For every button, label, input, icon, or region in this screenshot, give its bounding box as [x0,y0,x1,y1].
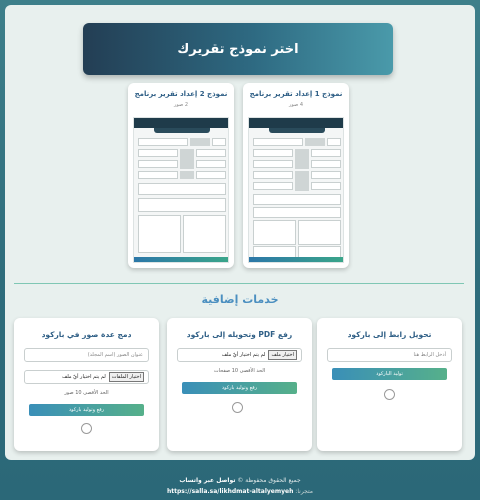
choose-file-button[interactable]: اختيار ملف [268,350,297,360]
choose-files-button[interactable]: اختيار الملفات [108,372,144,382]
file-status: لم يتم اختيار أيّ ملف [62,374,106,380]
template-preview [248,117,344,263]
template-card-2[interactable]: نموذج 2 إعداد تقرير برنامج 2 صور [128,83,234,268]
copyright-text: جميع الحقوق محفوظة © [237,477,301,484]
template-image-count: 4 صور [288,102,304,108]
generate-barcode-button[interactable]: توليد الباركود [332,368,447,380]
link-to-barcode-card: تحويل رابط إلى باركود أدخل الرابط هنا تو… [317,318,462,451]
page-title-banner: اختر نموذج تقريرك [83,23,393,75]
template-title: نموذج 2 إعداد تقرير برنامج [134,90,228,98]
upload-generate-button[interactable]: رفع وتوليد باركود [182,382,297,394]
card-title: تحويل رابط إلى باركود [347,330,432,339]
merge-images-card: دمج عدة صور في باركود عنوان الصور (اسم ا… [14,318,159,451]
images-file-input[interactable]: اختيار الملفاتلم يتم اختيار أيّ ملف [24,370,149,384]
copyright-line: جميع الحقوق محفوظة © تواصل عبر واتساب [0,477,480,484]
services-title: خدمات إضافية [201,293,279,306]
loading-spinner-icon [81,423,92,434]
upload-generate-button[interactable]: رفع وتوليد باركود [29,404,144,416]
page-title: اختر نموذج تقريرك [177,41,299,57]
store-label: متجرنا: [295,488,314,495]
whatsapp-link[interactable]: تواصل عبر واتساب [179,477,235,484]
template-title: نموذج 1 إعداد تقرير برنامج [249,90,343,98]
file-status: لم يتم اختيار أيّ ملف [221,352,266,358]
url-input[interactable]: أدخل الرابط هنا [327,348,452,362]
images-title-input[interactable]: عنوان الصور (اسم المجلد) [24,348,149,362]
loading-spinner-icon [232,402,243,413]
card-title: دمج عدة صور في باركود [41,330,132,339]
page-limit-hint: الحد الأقصى 10 صفحات [213,368,266,374]
template-card-1[interactable]: نموذج 1 إعداد تقرير برنامج 4 صور [243,83,349,268]
image-limit-hint: الحد الأقصى 10 صور [64,390,109,396]
pdf-to-barcode-card: رفع PDF وتحويله إلى باركود اختيار ملفلم … [167,318,312,451]
store-line: متجرنا: https://salla.sa/likhdmat-altaly… [0,488,480,495]
store-link[interactable]: https://salla.sa/likhdmat-altalyemyeh [167,488,293,495]
pdf-file-input[interactable]: اختيار ملفلم يتم اختيار أيّ ملف [177,348,302,362]
card-title: رفع PDF وتحويله إلى باركود [186,330,293,339]
template-image-count: 2 صور [173,102,189,108]
loading-spinner-icon [384,389,395,400]
template-preview [133,117,229,263]
section-divider [14,283,464,284]
